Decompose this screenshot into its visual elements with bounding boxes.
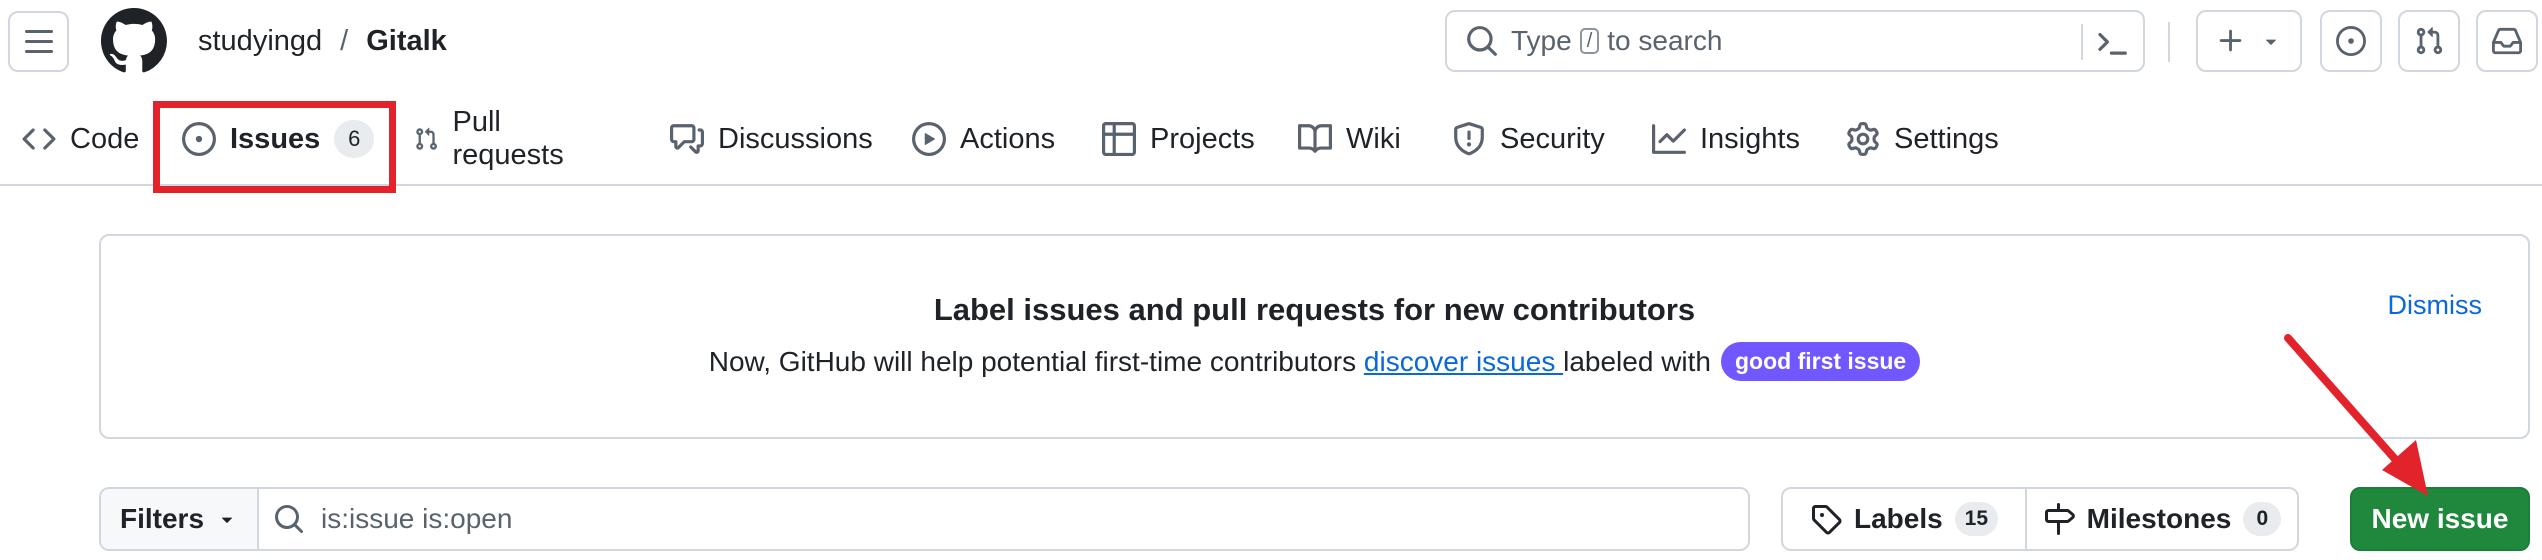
code-icon bbox=[22, 128, 56, 150]
inbox-button[interactable] bbox=[2476, 10, 2538, 72]
tab-label: Discussions bbox=[718, 122, 873, 155]
tab-label: Projects bbox=[1150, 122, 1255, 155]
your-pull-requests-button[interactable] bbox=[2398, 10, 2460, 72]
tab-actions[interactable]: Actions bbox=[912, 106, 1055, 172]
git-pull-request-icon bbox=[2416, 27, 2443, 55]
tab-discussions[interactable]: Discussions bbox=[670, 106, 873, 172]
command-palette-icon[interactable] bbox=[2095, 26, 2129, 60]
good-first-issue-label[interactable]: good first issue bbox=[1720, 342, 1921, 381]
tab-pull-requests[interactable]: Pull requests bbox=[414, 106, 573, 172]
tab-label: Security bbox=[1500, 122, 1605, 155]
repo-name-link[interactable]: Gitalk bbox=[366, 25, 447, 58]
banner-desc-after: labeled with bbox=[1563, 345, 1711, 377]
tab-projects[interactable]: Projects bbox=[1102, 106, 1255, 172]
book-icon bbox=[1298, 124, 1332, 153]
banner-title: Label issues and pull requests for new c… bbox=[933, 292, 1696, 327]
search-prefix: Type bbox=[1511, 25, 1572, 56]
repo-owner-link[interactable]: studyingd bbox=[198, 25, 322, 58]
labels-milestones-group: Labels 15 Milestones 0 bbox=[1781, 487, 2299, 551]
tab-wiki[interactable]: Wiki bbox=[1298, 106, 1401, 172]
play-icon bbox=[912, 122, 946, 156]
tab-insights[interactable]: Insights bbox=[1652, 106, 1800, 172]
gear-icon bbox=[1847, 122, 1879, 156]
inbox-icon bbox=[2492, 27, 2522, 55]
filters-dropdown-button[interactable]: Filters bbox=[101, 489, 259, 549]
shield-icon bbox=[1454, 122, 1484, 156]
milestones-label: Milestones bbox=[2086, 503, 2232, 534]
milestones-button[interactable]: Milestones 0 bbox=[2027, 489, 2297, 549]
search-divider bbox=[2081, 24, 2083, 60]
comment-discussion-icon bbox=[670, 124, 704, 154]
discover-issues-link[interactable]: discover issues bbox=[1364, 346, 1563, 378]
issue-opened-icon bbox=[2336, 26, 2366, 56]
tab-label: Settings bbox=[1894, 122, 1999, 155]
tab-code[interactable]: Code bbox=[22, 106, 139, 172]
tab-label: Insights bbox=[1700, 122, 1800, 155]
table-icon bbox=[1102, 122, 1136, 156]
labels-count-badge: 15 bbox=[1954, 502, 1999, 536]
breadcrumb-separator: / bbox=[340, 25, 349, 57]
tab-label: Code bbox=[70, 122, 140, 155]
annotation-highlight-box bbox=[153, 101, 396, 193]
labels-label: Labels bbox=[1853, 503, 1943, 534]
search-icon bbox=[1467, 26, 1497, 56]
issues-filter-bar: Filters is:issue is:open bbox=[99, 487, 1750, 551]
hamburger-icon bbox=[24, 29, 53, 53]
your-issues-button[interactable] bbox=[2320, 10, 2382, 72]
tab-security[interactable]: Security bbox=[1452, 106, 1605, 172]
triangle-down-icon bbox=[222, 517, 233, 523]
global-search-input[interactable]: Type / to search bbox=[1445, 10, 2145, 72]
first-contributors-banner: Label issues and pull requests for new c… bbox=[99, 234, 2530, 439]
labels-button[interactable]: Labels 15 bbox=[1783, 489, 2027, 549]
git-pull-request-icon bbox=[416, 127, 437, 150]
dismiss-button[interactable]: Dismiss bbox=[2388, 290, 2483, 321]
tab-label: Actions bbox=[960, 122, 1056, 155]
search-placeholder: Type / to search bbox=[1511, 25, 1722, 57]
global-header: studyingd / Gitalk Type / to search bbox=[0, 0, 2542, 86]
issues-search-input[interactable]: is:issue is:open bbox=[259, 489, 1748, 549]
milestones-count-badge: 0 bbox=[2243, 502, 2282, 536]
issues-search-query: is:issue is:open bbox=[321, 503, 513, 534]
tab-settings[interactable]: Settings bbox=[1846, 106, 1999, 172]
header-divider bbox=[2168, 22, 2170, 62]
tag-icon bbox=[1811, 505, 1842, 535]
annotation-arrow-icon bbox=[2284, 334, 2428, 496]
plus-icon bbox=[2219, 29, 2242, 52]
banner-description: Now, GitHub will help potential first-ti… bbox=[101, 342, 2528, 381]
filters-label: Filters bbox=[119, 503, 205, 534]
github-logo-icon[interactable] bbox=[101, 8, 167, 74]
search-icon bbox=[275, 505, 304, 534]
banner-desc-before: Now, GitHub will help potential first-ti… bbox=[708, 345, 1364, 377]
tab-label: Wiki bbox=[1346, 122, 1401, 155]
search-suffix: to search bbox=[1607, 25, 1723, 56]
milestone-icon bbox=[2044, 503, 2075, 535]
triangle-down-icon bbox=[2265, 39, 2277, 45]
search-shortcut-key: / bbox=[1579, 28, 1600, 54]
open-menu-button[interactable] bbox=[8, 11, 69, 72]
graph-icon bbox=[1652, 124, 1686, 154]
repo-breadcrumb: studyingd / Gitalk bbox=[198, 25, 447, 58]
create-new-button[interactable] bbox=[2196, 10, 2302, 72]
tab-label: Pull requests bbox=[452, 106, 564, 171]
